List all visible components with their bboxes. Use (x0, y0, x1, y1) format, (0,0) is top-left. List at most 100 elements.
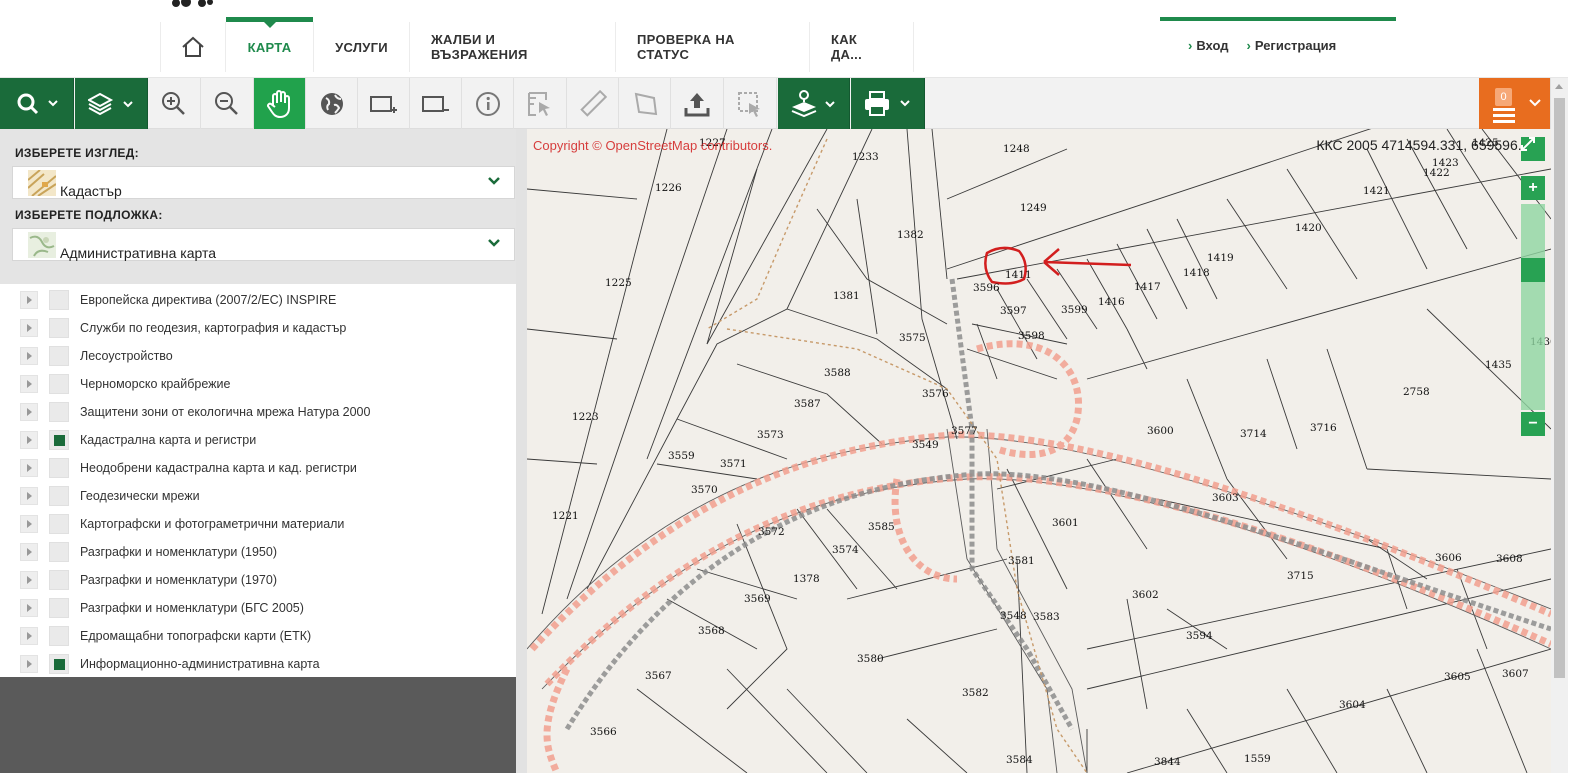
parcel-label[interactable]: 3588 (824, 367, 851, 379)
layer-checkbox[interactable] (49, 570, 69, 590)
parcel-label[interactable]: 3605 (1444, 671, 1471, 683)
parcel-label[interactable]: 3594 (1186, 630, 1213, 642)
parcel-label[interactable]: 1233 (852, 151, 879, 163)
expand-arrow-icon[interactable] (20, 515, 38, 533)
parcel-label[interactable]: 3549 (912, 439, 939, 451)
parcel-label[interactable]: 1226 (655, 182, 682, 194)
zoom-thumb[interactable] (1521, 258, 1545, 282)
nav-services[interactable]: УСЛУГИ (314, 22, 410, 72)
layer-checkbox[interactable] (49, 346, 69, 366)
nav-status-check[interactable]: ПРОВЕРКА НА СТАТУС (616, 22, 810, 72)
ruler-tool-button[interactable] (567, 78, 619, 129)
layer-item[interactable]: Едромащабни топографски карти (ЕТК) (0, 622, 516, 650)
parcel-label[interactable]: 3716 (1310, 422, 1337, 434)
parcel-label[interactable]: 1417 (1134, 281, 1161, 293)
zoom-track[interactable] (1521, 204, 1545, 410)
scroll-up-arrow[interactable] (1555, 84, 1563, 89)
parcel-label[interactable]: 3607 (1502, 668, 1529, 680)
parcel-label[interactable]: 1382 (897, 229, 924, 241)
globe-tool-button[interactable] (306, 78, 358, 129)
parcel-label[interactable]: 1411 (1005, 269, 1032, 281)
nav-map[interactable]: КАРТА (226, 17, 314, 72)
remove-rectangle-tool-button[interactable] (410, 78, 462, 129)
page-scrollbar[interactable] (1551, 78, 1568, 773)
add-rectangle-tool-button[interactable] (358, 78, 410, 129)
parcel-label[interactable]: 1378 (793, 573, 820, 585)
expand-arrow-icon[interactable] (20, 319, 38, 337)
layer-item[interactable]: Кадастрална карта и регистри (0, 426, 516, 454)
parcel-label[interactable]: 3559 (668, 450, 695, 462)
parcel-label[interactable]: 3567 (645, 670, 672, 682)
parcel-label[interactable]: 1421 (1363, 185, 1390, 197)
layer-item[interactable]: Европейска директива (2007/2/EC) INSPIRE (0, 286, 516, 314)
parcel-label[interactable]: 1420 (1295, 222, 1322, 234)
parcel-label[interactable]: 3582 (962, 687, 989, 699)
parcel-label[interactable]: 2758 (1403, 386, 1430, 398)
expand-arrow-icon[interactable] (20, 599, 38, 617)
view-select[interactable]: Кадастър (12, 166, 515, 199)
layer-checkbox[interactable] (49, 290, 69, 310)
expand-arrow-icon[interactable] (20, 487, 38, 505)
full-extent-button[interactable] (1521, 137, 1545, 161)
parcel-label[interactable]: 3715 (1287, 570, 1314, 582)
parcel-label[interactable]: 1249 (1020, 202, 1047, 214)
parcel-label[interactable]: 3574 (832, 544, 859, 556)
layer-checkbox[interactable] (49, 598, 69, 618)
layer-checkbox[interactable] (49, 318, 69, 338)
parcel-label[interactable]: 3604 (1339, 699, 1366, 711)
scroll-thumb[interactable] (1554, 98, 1565, 678)
nav-complaints[interactable]: ЖАЛБИ И ВЪЗРАЖЕНИЯ (410, 22, 616, 72)
login-link[interactable]: › Вход (1188, 38, 1229, 53)
parcel-label[interactable]: 3844 (1154, 756, 1181, 768)
layer-checkbox[interactable] (49, 542, 69, 562)
zoom-in-tool-button[interactable] (148, 78, 201, 129)
layer-checkbox[interactable] (49, 626, 69, 646)
parcel-label[interactable]: 1419 (1207, 252, 1234, 264)
parcel-label[interactable]: 3603 (1212, 492, 1239, 504)
expand-arrow-icon[interactable] (20, 375, 38, 393)
parcel-label[interactable]: 3583 (1033, 611, 1060, 623)
parcel-label[interactable]: 1559 (1244, 753, 1271, 765)
layer-item[interactable]: Разграфки и номенклатури (1950) (0, 538, 516, 566)
layer-checkbox[interactable] (49, 374, 69, 394)
area-tool-button[interactable] (619, 78, 671, 129)
expand-arrow-icon[interactable] (20, 459, 38, 477)
expand-arrow-icon[interactable] (20, 627, 38, 645)
layer-item[interactable]: Картографски и фотограметрични материали (0, 510, 516, 538)
parcel-label[interactable]: 3602 (1132, 589, 1159, 601)
layer-item[interactable]: Служби по геодезия, картография и кадаст… (0, 314, 516, 342)
layer-checkbox[interactable] (49, 402, 69, 422)
expand-arrow-icon[interactable] (20, 543, 38, 561)
parcel-label[interactable]: 3577 (951, 425, 978, 437)
layer-item[interactable]: Геодезически мрежи (0, 482, 516, 510)
select-area-tool-button[interactable] (724, 78, 777, 129)
parcel-label[interactable]: 3581 (1008, 555, 1035, 567)
nav-how-to[interactable]: КАК ДА... (810, 22, 914, 72)
panel-splitter[interactable] (516, 129, 527, 773)
search-tool-button[interactable] (0, 78, 74, 129)
parcel-label[interactable]: 1381 (833, 290, 860, 302)
parcel-label[interactable]: 3598 (1018, 330, 1045, 342)
expand-arrow-icon[interactable] (20, 403, 38, 421)
layer-item[interactable]: Черноморско крайбрежие (0, 370, 516, 398)
layer-item[interactable]: Информационно-административна карта (0, 650, 516, 678)
parcel-label[interactable]: 3599 (1061, 304, 1088, 316)
parcel-label[interactable]: 3573 (757, 429, 784, 441)
parcel-label[interactable]: 3569 (744, 593, 771, 605)
parcel-label[interactable]: 1423 (1432, 157, 1459, 169)
pan-tool-button[interactable] (254, 78, 306, 129)
upload-tool-button[interactable] (671, 78, 724, 129)
expand-arrow-icon[interactable] (20, 431, 38, 449)
info-tool-button[interactable] (462, 78, 514, 129)
parcel-label[interactable]: 3566 (590, 726, 617, 738)
parcel-label[interactable]: 3714 (1240, 428, 1267, 440)
map-canvas[interactable]: 1227 1233 1248 1226 1249 1382 1421 1422 1423 1425… (527, 129, 1551, 773)
parcel-label[interactable]: 3608 (1496, 553, 1523, 565)
layer-item[interactable]: Неодобрени кадастрална карта и кад. реги… (0, 454, 516, 482)
parcel-label[interactable]: 1435 (1485, 359, 1512, 371)
layer-settings-tool-button[interactable] (778, 78, 850, 129)
expand-arrow-icon[interactable] (20, 655, 38, 673)
parcel-label[interactable]: 3585 (868, 521, 895, 533)
parcel-label[interactable]: 3606 (1435, 552, 1462, 564)
parcel-label[interactable]: 1221 (552, 510, 579, 522)
